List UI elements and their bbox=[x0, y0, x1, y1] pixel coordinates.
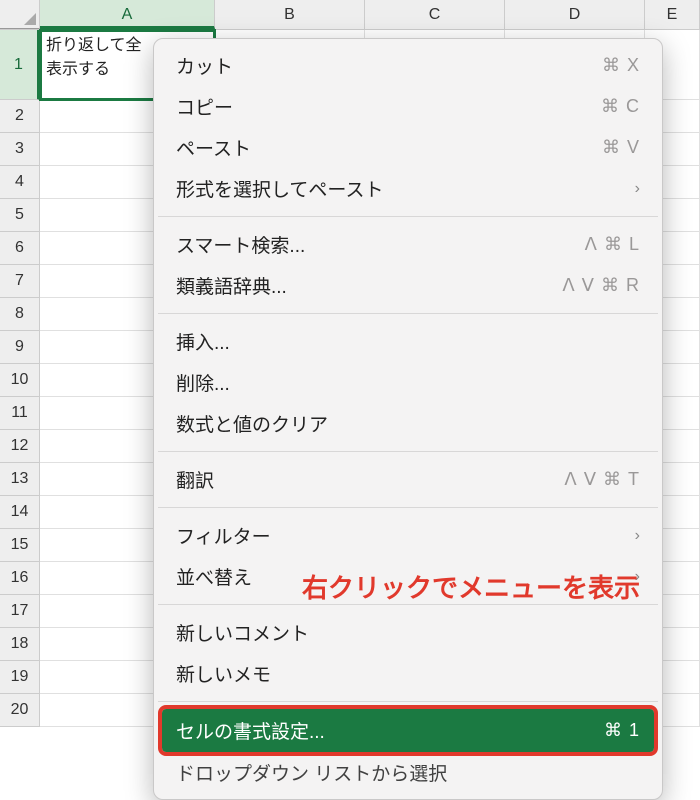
menu-new-note[interactable]: 新しいメモ bbox=[154, 653, 662, 694]
menu-insert[interactable]: 挿入... bbox=[154, 321, 662, 362]
row-header[interactable]: 19 bbox=[0, 661, 40, 694]
cell-a1-line1: 折り返して全 bbox=[46, 37, 142, 54]
menu-label: 類義語辞典... bbox=[176, 272, 562, 299]
menu-separator bbox=[158, 313, 658, 314]
menu-shortcut: ⌘ V bbox=[602, 137, 640, 158]
menu-label: 形式を選択してペースト bbox=[176, 175, 629, 202]
menu-label: スマート検索... bbox=[176, 231, 585, 258]
menu-separator bbox=[158, 507, 658, 508]
menu-label: 数式と値のクリア bbox=[176, 410, 640, 437]
menu-label: カット bbox=[176, 52, 602, 79]
row-header[interactable]: 16 bbox=[0, 562, 40, 595]
menu-new-comment[interactable]: 新しいコメント bbox=[154, 612, 662, 653]
spreadsheet-grid: A B C D E 1 折り返して全 表示する 2 3 4 5 6 7 8 9 … bbox=[0, 0, 700, 695]
menu-shortcut: ⌘ X bbox=[602, 55, 640, 76]
menu-shortcut: ⌘ C bbox=[601, 96, 640, 117]
context-menu: カット ⌘ X コピー ⌘ C ペースト ⌘ V 形式を選択してペースト › ス… bbox=[153, 38, 663, 800]
menu-paste[interactable]: ペースト ⌘ V bbox=[154, 127, 662, 168]
col-header-b[interactable]: B bbox=[215, 0, 365, 29]
row-header[interactable]: 11 bbox=[0, 397, 40, 430]
row-header[interactable]: 12 bbox=[0, 430, 40, 463]
menu-clear[interactable]: 数式と値のクリア bbox=[154, 403, 662, 444]
row-header[interactable]: 3 bbox=[0, 133, 40, 166]
row-header[interactable]: 18 bbox=[0, 628, 40, 661]
menu-shortcut: ᐱ ⌘ L bbox=[585, 234, 640, 255]
menu-label: 新しいメモ bbox=[176, 660, 640, 687]
menu-label: 翻訳 bbox=[176, 466, 564, 493]
row-header[interactable]: 4 bbox=[0, 166, 40, 199]
cell-a1-line2: 表示する bbox=[46, 61, 110, 78]
menu-paste-special[interactable]: 形式を選択してペースト › bbox=[154, 168, 662, 209]
menu-smart-lookup[interactable]: スマート検索... ᐱ ⌘ L bbox=[154, 224, 662, 265]
row-header[interactable]: 14 bbox=[0, 496, 40, 529]
menu-label: ドロップダウン リストから選択 bbox=[176, 759, 640, 786]
menu-shortcut: ᐱ ᐯ ⌘ R bbox=[562, 275, 640, 296]
col-header-e[interactable]: E bbox=[645, 0, 700, 29]
chevron-right-icon: › bbox=[635, 527, 640, 545]
menu-shortcut: ⌘ 1 bbox=[604, 720, 640, 741]
menu-shortcut: ᐱ ᐯ ⌘ T bbox=[564, 469, 640, 490]
row-header[interactable]: 2 bbox=[0, 100, 40, 133]
row-header[interactable]: 5 bbox=[0, 199, 40, 232]
row-header[interactable]: 15 bbox=[0, 529, 40, 562]
menu-filter[interactable]: フィルター › bbox=[154, 515, 662, 556]
menu-label: コピー bbox=[176, 93, 601, 120]
menu-separator bbox=[158, 701, 658, 702]
menu-label: セルの書式設定... bbox=[176, 717, 604, 744]
row-header[interactable]: 6 bbox=[0, 232, 40, 265]
col-header-c[interactable]: C bbox=[365, 0, 505, 29]
row-header-1[interactable]: 1 bbox=[0, 30, 40, 100]
menu-label: ペースト bbox=[176, 134, 602, 161]
select-all-corner[interactable] bbox=[0, 0, 40, 29]
menu-translate[interactable]: 翻訳 ᐱ ᐯ ⌘ T bbox=[154, 459, 662, 500]
row-header[interactable]: 8 bbox=[0, 298, 40, 331]
column-headers: A B C D E bbox=[0, 0, 700, 30]
menu-format-cells[interactable]: セルの書式設定... ⌘ 1 bbox=[154, 709, 662, 752]
menu-label: 挿入... bbox=[176, 328, 640, 355]
row-header[interactable]: 9 bbox=[0, 331, 40, 364]
row-header[interactable]: 13 bbox=[0, 463, 40, 496]
menu-cut[interactable]: カット ⌘ X bbox=[154, 45, 662, 86]
menu-separator bbox=[158, 216, 658, 217]
annotation-text: 右クリックでメニューを表示 bbox=[302, 568, 640, 605]
menu-thesaurus[interactable]: 類義語辞典... ᐱ ᐯ ⌘ R bbox=[154, 265, 662, 306]
row-header[interactable]: 20 bbox=[0, 694, 40, 727]
menu-copy[interactable]: コピー ⌘ C bbox=[154, 86, 662, 127]
menu-label: フィルター bbox=[176, 522, 629, 549]
row-header[interactable]: 17 bbox=[0, 595, 40, 628]
chevron-right-icon: › bbox=[635, 180, 640, 198]
menu-separator bbox=[158, 451, 658, 452]
menu-dropdown-list[interactable]: ドロップダウン リストから選択 bbox=[154, 752, 662, 793]
menu-label: 削除... bbox=[176, 369, 640, 396]
col-header-a[interactable]: A bbox=[40, 0, 215, 29]
row-header[interactable]: 10 bbox=[0, 364, 40, 397]
menu-delete[interactable]: 削除... bbox=[154, 362, 662, 403]
col-header-d[interactable]: D bbox=[505, 0, 645, 29]
row-header[interactable]: 7 bbox=[0, 265, 40, 298]
menu-label: 新しいコメント bbox=[176, 619, 640, 646]
